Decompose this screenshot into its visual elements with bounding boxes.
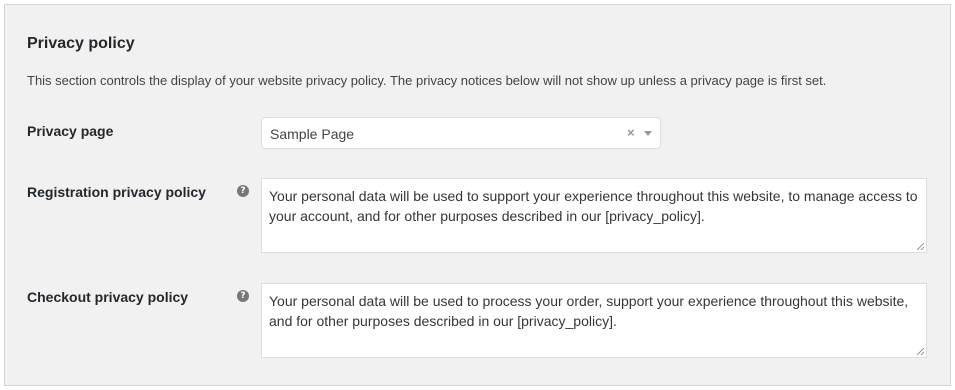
checkout-policy-text: Your personal data will be used to proce… (269, 293, 909, 329)
registration-policy-label: Registration privacy policy (27, 184, 206, 200)
chevron-down-icon[interactable] (644, 131, 652, 136)
privacy-settings-panel: Privacy policy This section controls the… (4, 4, 951, 386)
registration-policy-text: Your personal data will be used to suppo… (269, 188, 918, 224)
help-icon[interactable]: ? (237, 290, 249, 302)
resize-handle-icon[interactable] (917, 243, 924, 250)
resize-handle-icon[interactable] (917, 348, 924, 355)
clear-selection-icon[interactable]: × (627, 125, 635, 140)
help-icon[interactable]: ? (237, 185, 249, 197)
checkout-policy-label: Checkout privacy policy (27, 289, 189, 305)
section-description: This section controls the display of you… (27, 73, 827, 88)
privacy-page-selected-value: Sample Page (270, 126, 355, 142)
section-title: Privacy policy (27, 35, 135, 52)
registration-policy-textarea[interactable]: Your personal data will be used to suppo… (261, 178, 927, 253)
checkout-policy-textarea[interactable]: Your personal data will be used to proce… (261, 283, 927, 358)
privacy-page-label: Privacy page (27, 123, 114, 139)
privacy-page-select[interactable]: Sample Page × (261, 117, 661, 149)
